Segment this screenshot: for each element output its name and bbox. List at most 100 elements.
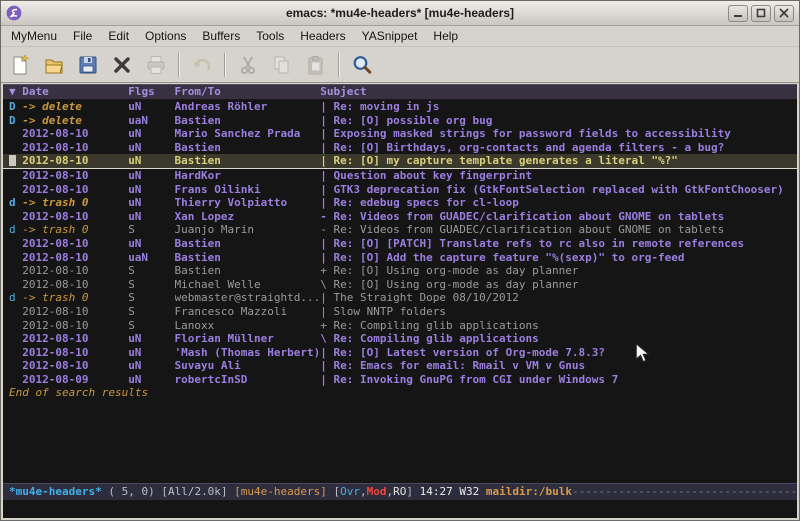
col-date: -> delete: [22, 100, 128, 114]
message-row[interactable]: d -> trash 0 S Juanjo Marin - Re: Videos…: [3, 223, 797, 237]
kill-buffer-button[interactable]: [107, 50, 137, 80]
minimize-button[interactable]: [728, 5, 748, 22]
mark-char: [9, 127, 22, 141]
maximize-button[interactable]: [751, 5, 771, 22]
message-row[interactable]: 2012-08-10 uN HardKor | Question about k…: [3, 169, 797, 183]
message-row[interactable]: 2012-08-10 uN Mario Sanchez Prada | Expo…: [3, 127, 797, 141]
window-title: emacs: *mu4e-headers* [mu4e-headers]: [1, 6, 799, 20]
col-date: 2012-08-09: [22, 373, 128, 387]
col-flags: S: [128, 278, 174, 292]
message-row[interactable]: 2012-08-10 uN Bastien | Re: [O] Birthday…: [3, 141, 797, 155]
menu-item-buffers[interactable]: Buffers: [194, 27, 248, 45]
undo-button[interactable]: [187, 50, 217, 80]
mark-char: [9, 183, 22, 197]
col-date: 2012-08-10: [22, 169, 128, 183]
col-subject: + Re: [O] Using org-mode as day planner: [320, 264, 797, 278]
emacs-window: emacs: *mu4e-headers* [mu4e-headers] MyM…: [0, 0, 800, 521]
menu-item-options[interactable]: Options: [137, 27, 194, 45]
menu-item-tools[interactable]: Tools: [248, 27, 292, 45]
message-row[interactable]: 2012-08-10 uN Xan Lopez - Re: Videos fro…: [3, 210, 797, 224]
message-row[interactable]: 2012-08-10 uN 'Mash (Thomas Herbert) | R…: [3, 346, 797, 360]
menu-item-help[interactable]: Help: [425, 27, 466, 45]
titlebar: emacs: *mu4e-headers* [mu4e-headers]: [1, 1, 799, 26]
cut-button[interactable]: [233, 50, 263, 80]
menu-item-mymenu[interactable]: MyMenu: [3, 27, 65, 45]
message-row[interactable]: 2012-08-10 uN Bastien | Re: [O] [PATCH] …: [3, 237, 797, 251]
col-flags: uN: [128, 154, 174, 168]
toolbar-separator: [338, 53, 340, 77]
col-flags: uaN: [128, 251, 174, 265]
copy-icon: [271, 54, 293, 76]
close-button[interactable]: [774, 5, 794, 22]
menu-item-yasnippet[interactable]: YASnippet: [354, 27, 426, 45]
mark-char: [9, 278, 22, 292]
open-file-button[interactable]: [39, 50, 69, 80]
col-flags: uN: [128, 127, 174, 141]
col-from: Suvayu Ali: [175, 359, 321, 373]
message-row[interactable]: 2012-08-09 uN robertcInSD | Re: Invoking…: [3, 373, 797, 387]
col-subject: | Re: [O] Add the capture feature "%(sex…: [320, 251, 797, 265]
message-row[interactable]: 2012-08-10 uN Frans Oilinki | GTK3 depre…: [3, 183, 797, 197]
col-from: Bastien: [175, 251, 321, 265]
message-row[interactable]: 2012-08-10 S Francesco Mazzoli | Slow NN…: [3, 305, 797, 319]
message-row[interactable]: 2012-08-10 S Lanoxx + Re: Compiling glib…: [3, 319, 797, 333]
paste-button[interactable]: [301, 50, 331, 80]
menu-item-file[interactable]: File: [65, 27, 100, 45]
column-header-subject[interactable]: Subject: [320, 85, 797, 99]
col-subject: | Re: [O] my capture template generates …: [320, 154, 797, 168]
message-row[interactable]: 2012-08-10 uN Florian Müllner \ Re: Comp…: [3, 332, 797, 346]
col-from: Michael Welle: [175, 278, 321, 292]
message-row[interactable]: 2012-08-10 uN Bastien | Re: [O] my captu…: [3, 154, 797, 169]
mark-char: [9, 251, 22, 265]
col-flags: uN: [128, 237, 174, 251]
new-file-button[interactable]: [5, 50, 35, 80]
modeline-week-number: W32: [459, 485, 486, 499]
column-header-from[interactable]: From/To: [175, 85, 321, 99]
message-row[interactable]: d -> trash 0 S webmaster@straightd... | …: [3, 291, 797, 305]
col-date: 2012-08-10: [22, 141, 128, 155]
mark-char: [9, 346, 22, 360]
message-row[interactable]: 2012-08-10 S Michael Welle \ Re: [O] Usi…: [3, 278, 797, 292]
mark-char: [9, 359, 22, 373]
col-flags: uN: [128, 373, 174, 387]
modeline-bracket: [: [334, 485, 341, 499]
message-row[interactable]: d -> trash 0 uN Thierry Volpiatto | Re: …: [3, 196, 797, 210]
col-date: 2012-08-10: [22, 305, 128, 319]
col-from: Bastien: [175, 114, 321, 128]
col-from: Frans Oilinki: [175, 183, 321, 197]
col-from: Bastien: [175, 141, 321, 155]
col-flags: uN: [128, 210, 174, 224]
col-flags: S: [128, 305, 174, 319]
copy-button[interactable]: [267, 50, 297, 80]
mark-char: d: [9, 291, 22, 305]
message-row[interactable]: D -> delete uaN Bastien | Re: [O] possib…: [3, 114, 797, 128]
column-header-flags[interactable]: Flgs: [128, 85, 174, 99]
print-button[interactable]: [141, 50, 171, 80]
modeline[interactable]: *mu4e-headers* ( 5, 0) [All/2.0k] [mu4e-…: [3, 483, 797, 500]
open-file-icon: [43, 54, 65, 76]
new-file-icon: [9, 54, 31, 76]
modeline-separator: ,: [387, 485, 394, 499]
col-flags: S: [128, 291, 174, 305]
col-date: 2012-08-10: [22, 183, 128, 197]
window-controls: [728, 5, 794, 22]
message-row[interactable]: 2012-08-10 uN Suvayu Ali | Re: Emacs for…: [3, 359, 797, 373]
mark-char: [9, 141, 22, 155]
col-date: 2012-08-10: [22, 332, 128, 346]
message-row[interactable]: 2012-08-10 uaN Bastien | Re: [O] Add the…: [3, 251, 797, 265]
mark-char: d: [9, 196, 22, 210]
column-header-date[interactable]: ▼ Date: [9, 85, 128, 99]
col-subject: - Re: Videos from GUADEC/clarification a…: [320, 223, 797, 237]
modeline-maildir: maildir:/bulk: [486, 485, 572, 499]
save-button[interactable]: [73, 50, 103, 80]
col-from: Xan Lopez: [175, 210, 321, 224]
buffer-empty-space: [3, 400, 797, 483]
menu-item-headers[interactable]: Headers: [292, 27, 353, 45]
message-row[interactable]: D -> delete uN Andreas Röhler | Re: movi…: [3, 100, 797, 114]
col-from: Andreas Röhler: [175, 100, 321, 114]
menu-item-edit[interactable]: Edit: [100, 27, 137, 45]
col-date: 2012-08-10: [22, 319, 128, 333]
modeline-clock: 14:27: [420, 485, 460, 499]
message-row[interactable]: 2012-08-10 S Bastien + Re: [O] Using org…: [3, 264, 797, 278]
search-button[interactable]: [347, 50, 377, 80]
